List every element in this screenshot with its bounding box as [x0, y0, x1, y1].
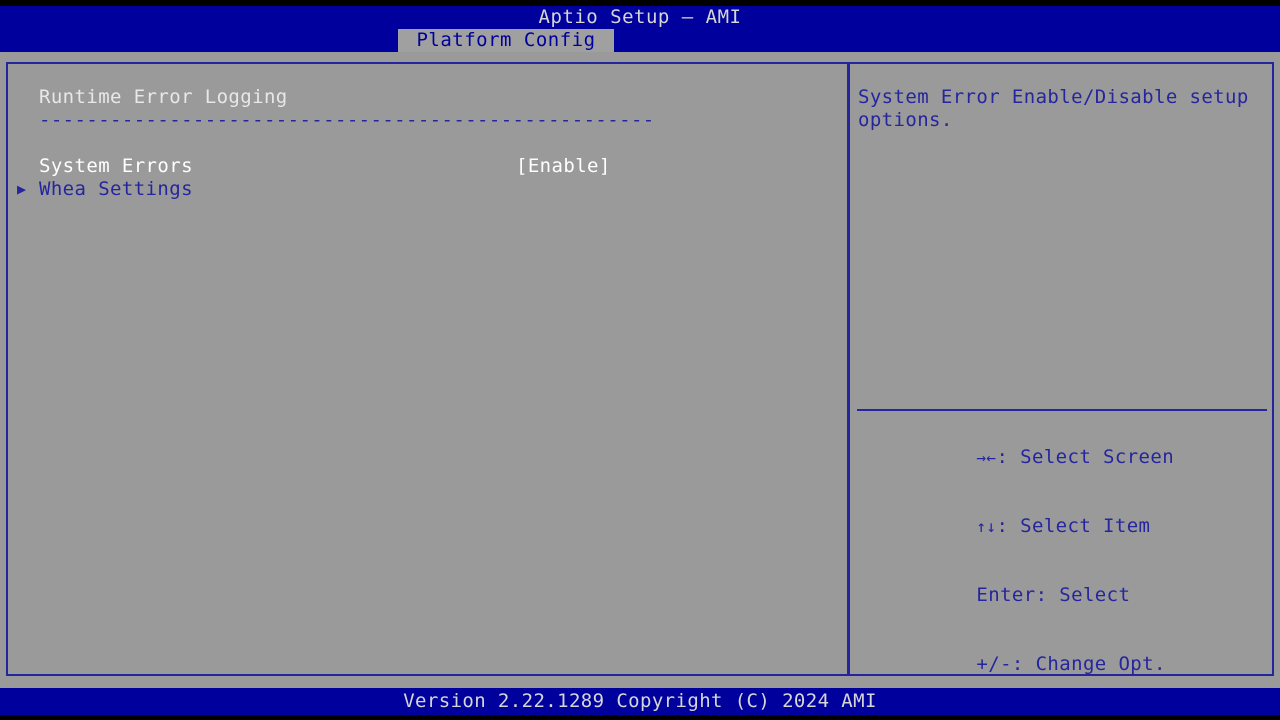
key-legend: →←: Select Screen ↑↓: Select Item Enter:…: [858, 423, 1272, 674]
body-area: Runtime Error Logging ------------------…: [0, 52, 1280, 688]
submenu-arrow-icon: ▶: [17, 178, 26, 201]
bios-setup-screen: Aptio Setup – AMI Platform Config Runtim…: [0, 0, 1280, 720]
arrow-left-right-icon: →←: [976, 448, 996, 467]
help-separator: [857, 409, 1267, 411]
key-legend-row: ↑↓: Select Item: [858, 492, 1272, 561]
page-title: Aptio Setup – AMI: [0, 6, 1280, 29]
menu-item-label: Whea Settings: [39, 178, 193, 201]
tab-strip: Platform Config: [0, 29, 1280, 52]
key-legend-row: +/-: Change Opt.: [858, 630, 1272, 674]
version-text: Version 2.22.1289 Copyright (C) 2024 AMI: [0, 688, 1280, 715]
key-legend-label: : Select Item: [996, 515, 1150, 537]
tab-platform-config[interactable]: Platform Config: [398, 29, 614, 52]
help-description: System Error Enable/Disable setup option…: [858, 86, 1268, 132]
menu-item-whea-settings[interactable]: ▶ Whea Settings: [8, 178, 847, 201]
key-legend-row: →←: Select Screen: [858, 423, 1272, 492]
section-separator: ----------------------------------------…: [39, 109, 687, 132]
key-legend-label: +/-: Change Opt.: [976, 653, 1165, 674]
key-legend-row: Enter: Select: [858, 561, 1272, 630]
menu-item-system-errors[interactable]: System Errors [Enable]: [8, 155, 847, 178]
key-legend-label: : Select Screen: [996, 446, 1174, 468]
menu-item-value[interactable]: [Enable]: [516, 155, 611, 178]
arrow-up-down-icon: ↑↓: [976, 517, 996, 536]
menu-item-label: System Errors: [39, 155, 193, 178]
key-legend-label: Enter: Select: [976, 584, 1130, 606]
menu-panel: Runtime Error Logging ------------------…: [8, 64, 847, 674]
help-panel: System Error Enable/Disable setup option…: [850, 64, 1274, 674]
section-title: Runtime Error Logging: [39, 86, 288, 109]
